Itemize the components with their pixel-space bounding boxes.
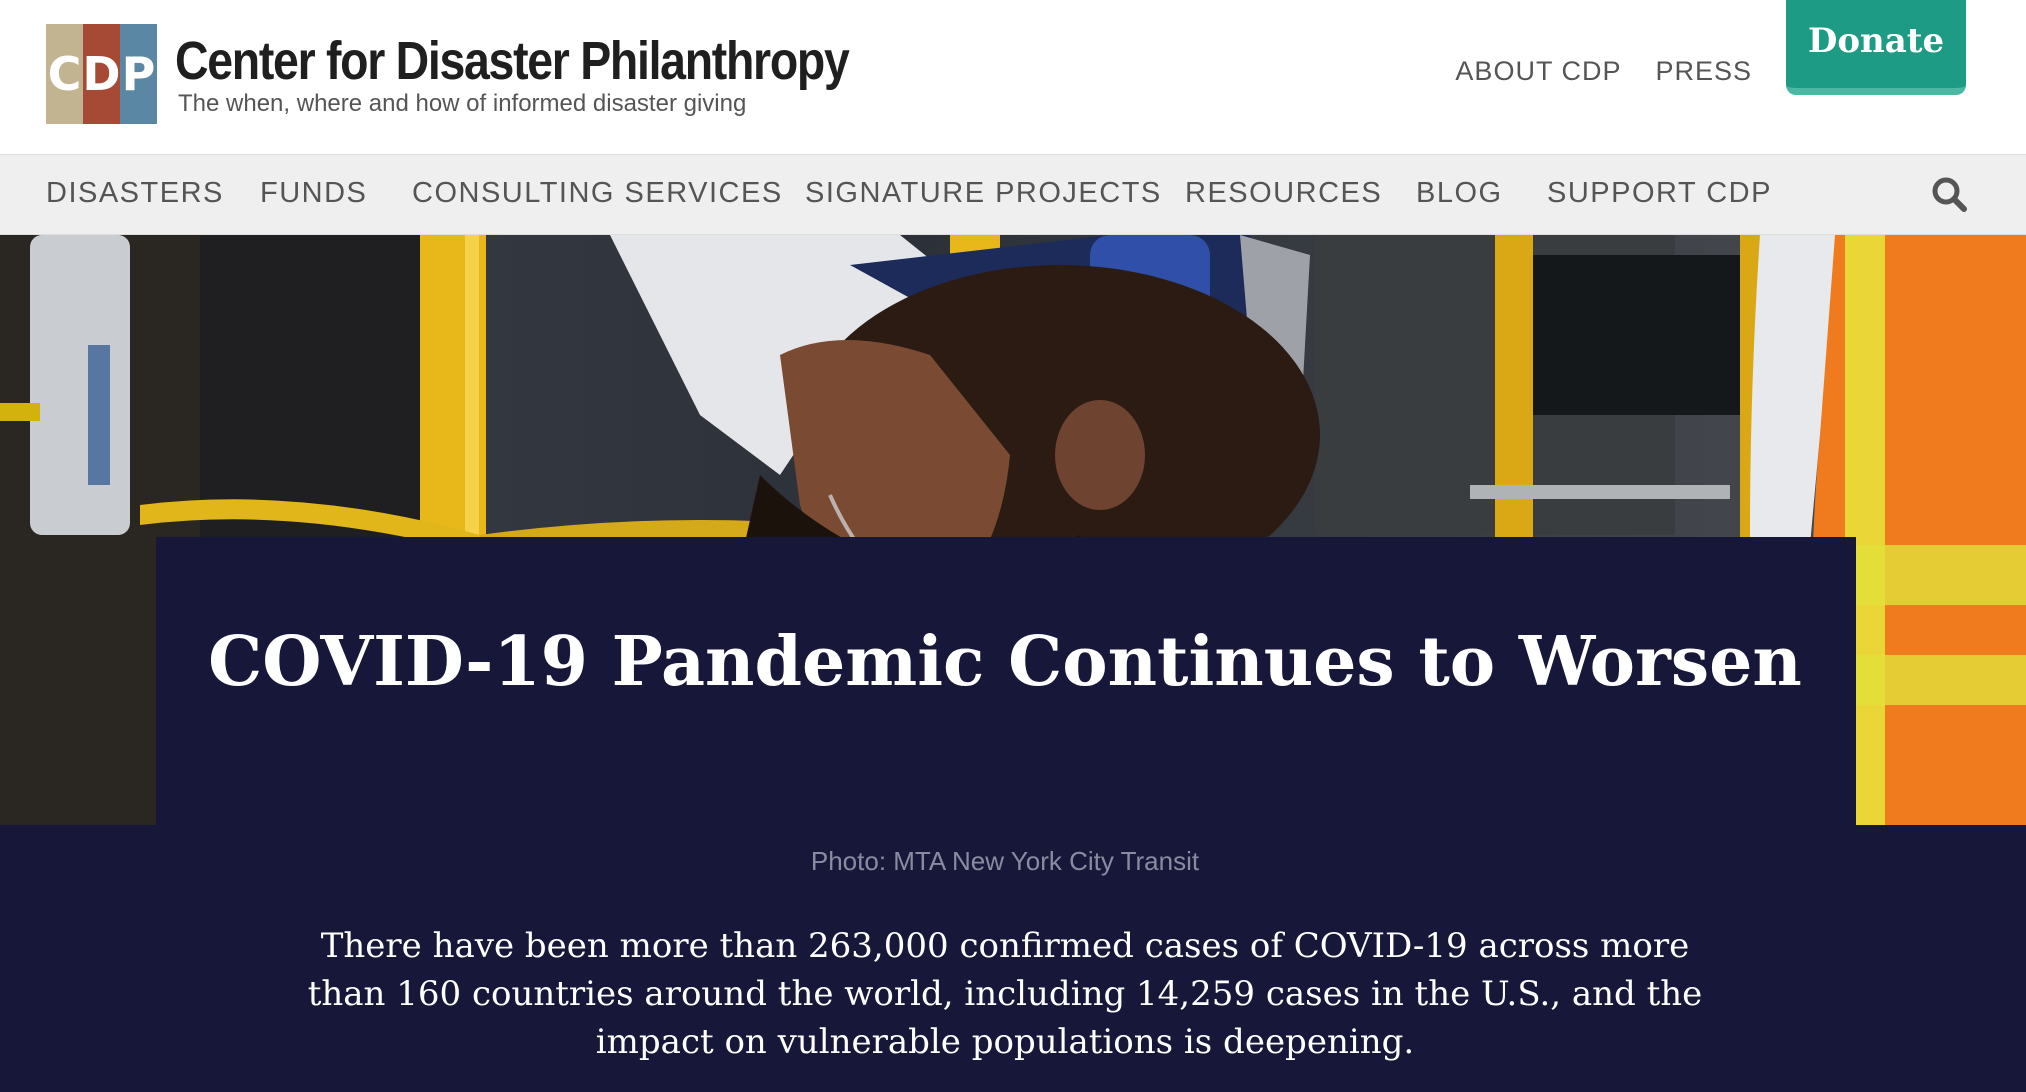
main-nav: DISASTERS FUNDS CONSULTING SERVICES SIGN…: [0, 154, 2026, 235]
logo-letter-d: D: [82, 24, 121, 124]
nav-signature-projects[interactable]: SIGNATURE PROJECTS: [805, 177, 1162, 210]
site-header: C D P Center for Disaster Philanthropy T…: [0, 0, 2026, 154]
nav-disasters[interactable]: DISASTERS: [46, 177, 224, 210]
donate-button[interactable]: Donate: [1786, 0, 1966, 95]
nav-support-cdp[interactable]: SUPPORT CDP: [1547, 177, 1772, 210]
photo-credit: Photo: MTA New York City Transit: [810, 846, 1200, 876]
logo-letter-c: C: [46, 24, 83, 124]
press-link[interactable]: PRESS: [1655, 56, 1752, 87]
about-cdp-link[interactable]: ABOUT CDP: [1455, 56, 1621, 87]
nav-resources[interactable]: RESOURCES: [1185, 177, 1382, 210]
utility-nav: ABOUT CDP PRESS: [1455, 56, 1752, 87]
article-intro: There have been more than 263,000 confir…: [307, 926, 1703, 1062]
nav-funds[interactable]: FUNDS: [260, 177, 367, 210]
cdp-logo[interactable]: C D P: [46, 24, 157, 124]
site-title[interactable]: Center for Disaster Philanthropy: [175, 30, 850, 92]
nav-consulting-services[interactable]: CONSULTING SERVICES: [412, 177, 783, 210]
logo-letter-p: P: [120, 24, 157, 124]
nav-blog[interactable]: BLOG: [1416, 177, 1503, 210]
site-tagline: The when, where and how of informed disa…: [178, 90, 747, 117]
article-headline: COVID-19 Pandemic Continues to Worsen: [208, 622, 1802, 702]
search-icon[interactable]: [1928, 173, 1972, 217]
